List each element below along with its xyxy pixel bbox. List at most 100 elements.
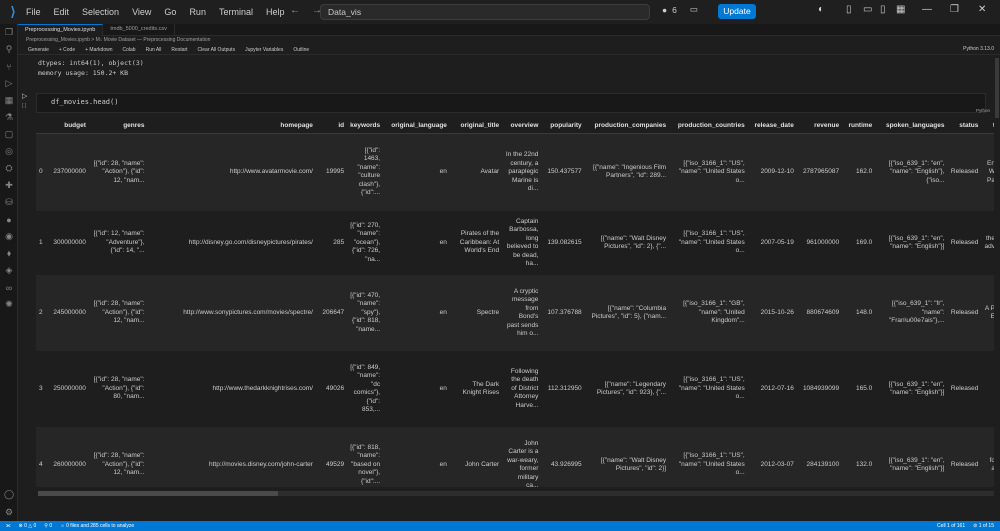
source-control-icon[interactable]: ⑂	[0, 58, 18, 75]
output-line: memory usage: 150.2+ KB	[38, 69, 129, 77]
pin-icon[interactable]: ◈	[0, 262, 18, 279]
cell-output-text: dtypes: int64(1), object(3) memory usage:…	[38, 58, 144, 78]
layout-secondary-icon[interactable]: ▯	[880, 4, 886, 15]
menu-item-selection[interactable]: Selection	[82, 7, 119, 17]
status-left-item[interactable]: ⚲ 0	[44, 523, 52, 529]
minimize-icon[interactable]: —	[922, 4, 932, 15]
column-header: original_title	[449, 119, 503, 134]
gear-icon[interactable]: ⚙	[0, 504, 18, 521]
run-cell-icon[interactable]: ▷	[22, 92, 27, 100]
customize-layout-icon[interactable]: ▦	[896, 4, 905, 15]
drop-icon[interactable]: ⬧	[0, 245, 18, 262]
column-header: runtime	[842, 119, 876, 134]
menu-item-run[interactable]: Run	[189, 7, 206, 17]
horizontal-scrollbar[interactable]	[38, 491, 996, 496]
table-cell: 162.0	[856, 168, 873, 175]
toolbar-item-1[interactable]: + Code	[59, 47, 75, 53]
table-cell: 107.376788	[547, 308, 582, 316]
menu-item-edit[interactable]: Edit	[54, 7, 70, 17]
maximize-icon[interactable]: ❐	[950, 4, 959, 15]
status-right-item[interactable]: Cell 1 of 161	[937, 523, 965, 529]
toolbar-item-4[interactable]: Run All	[146, 47, 162, 53]
table-cell: 237000000	[53, 168, 86, 175]
link-icon[interactable]: ∞	[0, 279, 18, 296]
vscode-logo-icon: ⟩	[10, 4, 16, 19]
scrollbar-thumb[interactable]	[995, 58, 999, 118]
table-row: 1 300000000 [{"id": 12, "name": "Adventure…	[36, 211, 998, 275]
table-cell: http://www.avatarmovie.com/	[229, 168, 313, 175]
menu-item-file[interactable]: File	[26, 7, 41, 17]
table-cell: 49026	[326, 384, 345, 392]
table-cell: [{"name": "Legendary Pictures", "id": 92…	[596, 380, 667, 397]
toolbar-item-3[interactable]: Colab	[123, 47, 136, 53]
table-cell: [{"iso_639_1": "en", "name": "English"}]	[888, 234, 945, 251]
table-cell: 284139100	[806, 460, 840, 468]
toolbar-item-5[interactable]: Restart	[171, 47, 187, 53]
vertical-scrollbar[interactable]	[994, 58, 1000, 518]
table-cell: 139.082615	[547, 238, 582, 246]
account-icon[interactable]: ◯	[0, 486, 18, 503]
table-cell: http://movies.disney.com/john-carter	[209, 460, 313, 468]
table-cell: [{"iso_639_1": "fr", "name": "Fran\u00e7…	[888, 300, 945, 325]
table-cell: [{"iso_639_1": "en", "name": "English"}]	[888, 380, 945, 397]
column-header: revenue	[796, 119, 843, 134]
table-cell: [{"id": 818, "name": "based on novel"}, …	[350, 443, 381, 485]
puzzle-icon[interactable]: ✚	[0, 177, 18, 194]
command-center-search[interactable]: Data_vis	[320, 4, 650, 20]
cell-language[interactable]: Python	[976, 108, 990, 113]
jupyter-icon[interactable]: ◎	[0, 143, 18, 160]
table-cell: 285	[333, 238, 345, 246]
table-cell: 19995	[326, 168, 345, 175]
table-cell: [{"iso_639_1": "en", "name": "English"},…	[888, 159, 945, 184]
extensions-icon[interactable]: ▦	[0, 92, 18, 109]
table-cell: Released	[950, 460, 979, 468]
activity-bar: ❐ ⚲ ⑂ ▷ ▦ ⚗ ▢ ◎ ⛭ ✚ ⛁ ● ◉ ⬧ ◈ ∞ ✺ ◯ ⚙	[0, 24, 18, 521]
status-left-item[interactable]: ☼ 0 files and 285 cells to analyze	[60, 523, 134, 529]
copilot-icon[interactable]: ◉	[0, 228, 18, 245]
explorer-icon[interactable]: ❐	[0, 24, 18, 41]
toolbar-item-0[interactable]: Generate	[28, 47, 49, 53]
back-arrow-icon[interactable]: ←	[290, 5, 300, 16]
toolbar-item-7[interactable]: Jupyter Variables	[245, 47, 283, 53]
accounts-icon[interactable]: ◐	[818, 4, 824, 15]
table-cell: http://disney.go.com/disneypictures/pira…	[188, 238, 313, 246]
remote-icon[interactable]: ▢	[0, 126, 18, 143]
copilot-badge: 6	[672, 4, 677, 15]
testing-icon[interactable]: ⚗	[0, 109, 18, 126]
run-debug-icon[interactable]: ▷	[0, 75, 18, 92]
tab-0[interactable]: Preprocessing_Movies.ipynb	[18, 24, 104, 36]
table-cell: en	[439, 384, 447, 392]
remote-indicator-icon[interactable]: ⫘	[6, 523, 11, 529]
menu-item-help[interactable]: Help	[266, 7, 285, 17]
table-cell: 49529	[326, 460, 345, 468]
tab-1[interactable]: tmdb_5000_credits.csv	[103, 24, 175, 36]
table-cell: A cryptic message from Bond's past sends…	[506, 287, 539, 338]
gear-small-icon[interactable]: ✺	[0, 296, 18, 313]
update-button[interactable]: Update	[718, 4, 756, 19]
close-icon[interactable]: ✕	[978, 4, 986, 15]
column-header	[36, 119, 46, 134]
toolbar-item-8[interactable]: Outline	[293, 47, 309, 53]
column-header: production_companies	[584, 119, 670, 134]
database-icon[interactable]: ⛁	[0, 194, 18, 211]
kernel-picker[interactable]: Python 3.13.0	[963, 46, 994, 52]
copilot-indicator[interactable]: ● 6 ▭	[662, 4, 698, 15]
table-cell: [{"iso_3166_1": "US", "name": "United St…	[678, 376, 745, 401]
chat-icon[interactable]: ▭	[690, 4, 698, 15]
status-right-item[interactable]: ⊘ 1 of 15	[973, 523, 994, 529]
code-cell[interactable]: df_movies.head()	[36, 93, 986, 113]
layout-panel-icon[interactable]: ▭	[863, 4, 872, 15]
status-left-item[interactable]: ⊗ 0 △ 0	[19, 523, 37, 529]
table-cell: 1	[39, 238, 43, 246]
scrollbar-thumb[interactable]	[38, 491, 278, 496]
table-cell: 2015-10-26	[760, 308, 794, 316]
search-icon[interactable]: ⚲	[0, 41, 18, 58]
menu-item-view[interactable]: View	[132, 7, 151, 17]
layout-sidebar-icon[interactable]: ▯	[846, 4, 852, 15]
toolbar-item-2[interactable]: + Markdown	[85, 47, 112, 53]
menu-item-go[interactable]: Go	[164, 7, 176, 17]
menu-item-terminal[interactable]: Terminal	[219, 7, 253, 17]
toolbar-item-6[interactable]: Clear All Outputs	[198, 47, 236, 53]
docker-icon[interactable]: ⛭	[0, 160, 18, 177]
github-icon[interactable]: ●	[0, 211, 18, 228]
